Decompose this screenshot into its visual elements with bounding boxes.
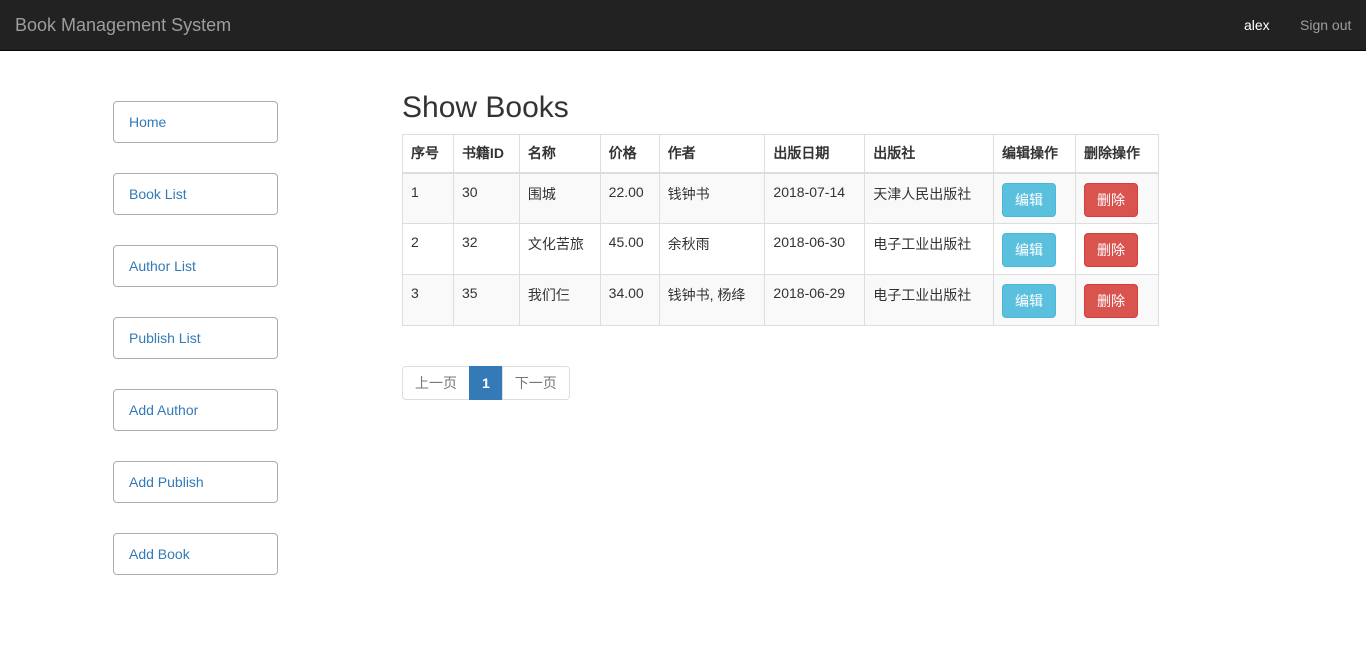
cell-name: 我们仨 xyxy=(518,274,601,326)
edit-button[interactable]: 编辑 xyxy=(1002,233,1056,267)
cell-book-id: 30 xyxy=(452,172,520,224)
header-publish-date: 出版日期 xyxy=(764,134,866,174)
sidebar-item-add-author[interactable]: Add Author xyxy=(113,389,278,431)
sidebar: Home Book List Author List Publish List … xyxy=(113,101,278,605)
table-row: 3 35 我们仨 34.00 钱钟书, 杨绛 2018-06-29 电子工业出版… xyxy=(402,274,1160,326)
user-link[interactable]: alex xyxy=(1244,0,1270,50)
sidebar-item-author-list[interactable]: Author List xyxy=(113,245,278,287)
pagination: 上一页 1 下一页 xyxy=(402,366,570,400)
header-price: 价格 xyxy=(599,134,660,174)
table-row: 2 32 文化苦旅 45.00 余秋雨 2018-06-30 电子工业出版社 编… xyxy=(402,223,1160,275)
page-title: Show Books xyxy=(402,91,569,124)
header-name: 名称 xyxy=(518,134,601,174)
cell-edit: 编辑 xyxy=(993,274,1076,326)
cell-publish-date: 2018-06-29 xyxy=(764,274,866,326)
header-edit-action: 编辑操作 xyxy=(993,134,1076,174)
header-index: 序号 xyxy=(402,134,454,174)
header-book-id: 书籍ID xyxy=(452,134,520,174)
cell-author: 钱钟书 xyxy=(658,172,766,224)
table-row: 1 30 围城 22.00 钱钟书 2018-07-14 天津人民出版社 编辑 … xyxy=(402,172,1160,224)
cell-author: 余秋雨 xyxy=(658,223,766,275)
sidebar-item-book-list[interactable]: Book List xyxy=(113,173,278,215)
cell-publisher: 电子工业出版社 xyxy=(864,274,994,326)
sidebar-item-home[interactable]: Home xyxy=(113,101,278,143)
table-header-row: 序号 书籍ID 名称 价格 作者 出版日期 出版社 编辑操作 删除操作 xyxy=(402,134,1160,174)
edit-button[interactable]: 编辑 xyxy=(1002,284,1056,318)
books-table: 序号 书籍ID 名称 价格 作者 出版日期 出版社 编辑操作 删除操作 1 30… xyxy=(402,134,1160,326)
header-delete-action: 删除操作 xyxy=(1074,134,1160,174)
cell-name: 文化苦旅 xyxy=(518,223,601,275)
signout-link[interactable]: Sign out xyxy=(1300,0,1351,50)
header-publisher: 出版社 xyxy=(864,134,994,174)
sidebar-item-add-publish[interactable]: Add Publish xyxy=(113,461,278,503)
cell-price: 34.00 xyxy=(599,274,660,326)
sidebar-item-add-book[interactable]: Add Book xyxy=(113,533,278,575)
cell-index: 3 xyxy=(402,274,454,326)
next-page-button[interactable]: 下一页 xyxy=(501,366,570,400)
header-author: 作者 xyxy=(658,134,766,174)
cell-edit: 编辑 xyxy=(993,172,1076,224)
top-navbar: Book Management System alex Sign out xyxy=(0,0,1366,51)
cell-publisher: 天津人民出版社 xyxy=(864,172,994,224)
prev-page-button[interactable]: 上一页 xyxy=(402,366,470,400)
cell-edit: 编辑 xyxy=(993,223,1076,275)
cell-publish-date: 2018-07-14 xyxy=(764,172,866,224)
cell-name: 围城 xyxy=(518,172,601,224)
cell-author: 钱钟书, 杨绛 xyxy=(658,274,766,326)
cell-index: 1 xyxy=(402,172,454,224)
sidebar-item-publish-list[interactable]: Publish List xyxy=(113,317,278,359)
delete-button[interactable]: 删除 xyxy=(1083,233,1138,267)
cell-price: 45.00 xyxy=(599,223,660,275)
edit-button[interactable]: 编辑 xyxy=(1002,182,1056,217)
cell-publisher: 电子工业出版社 xyxy=(864,223,994,275)
page-1-button[interactable]: 1 xyxy=(469,366,503,400)
cell-price: 22.00 xyxy=(599,172,660,224)
brand-link[interactable]: Book Management System xyxy=(15,0,231,50)
delete-button[interactable]: 删除 xyxy=(1083,182,1138,217)
cell-publish-date: 2018-06-30 xyxy=(764,223,866,275)
delete-button[interactable]: 删除 xyxy=(1083,284,1138,318)
cell-index: 2 xyxy=(402,223,454,275)
cell-delete: 删除 xyxy=(1074,274,1160,326)
cell-book-id: 32 xyxy=(452,223,520,275)
cell-delete: 删除 xyxy=(1074,223,1160,275)
cell-delete: 删除 xyxy=(1074,172,1160,224)
cell-book-id: 35 xyxy=(452,274,520,326)
